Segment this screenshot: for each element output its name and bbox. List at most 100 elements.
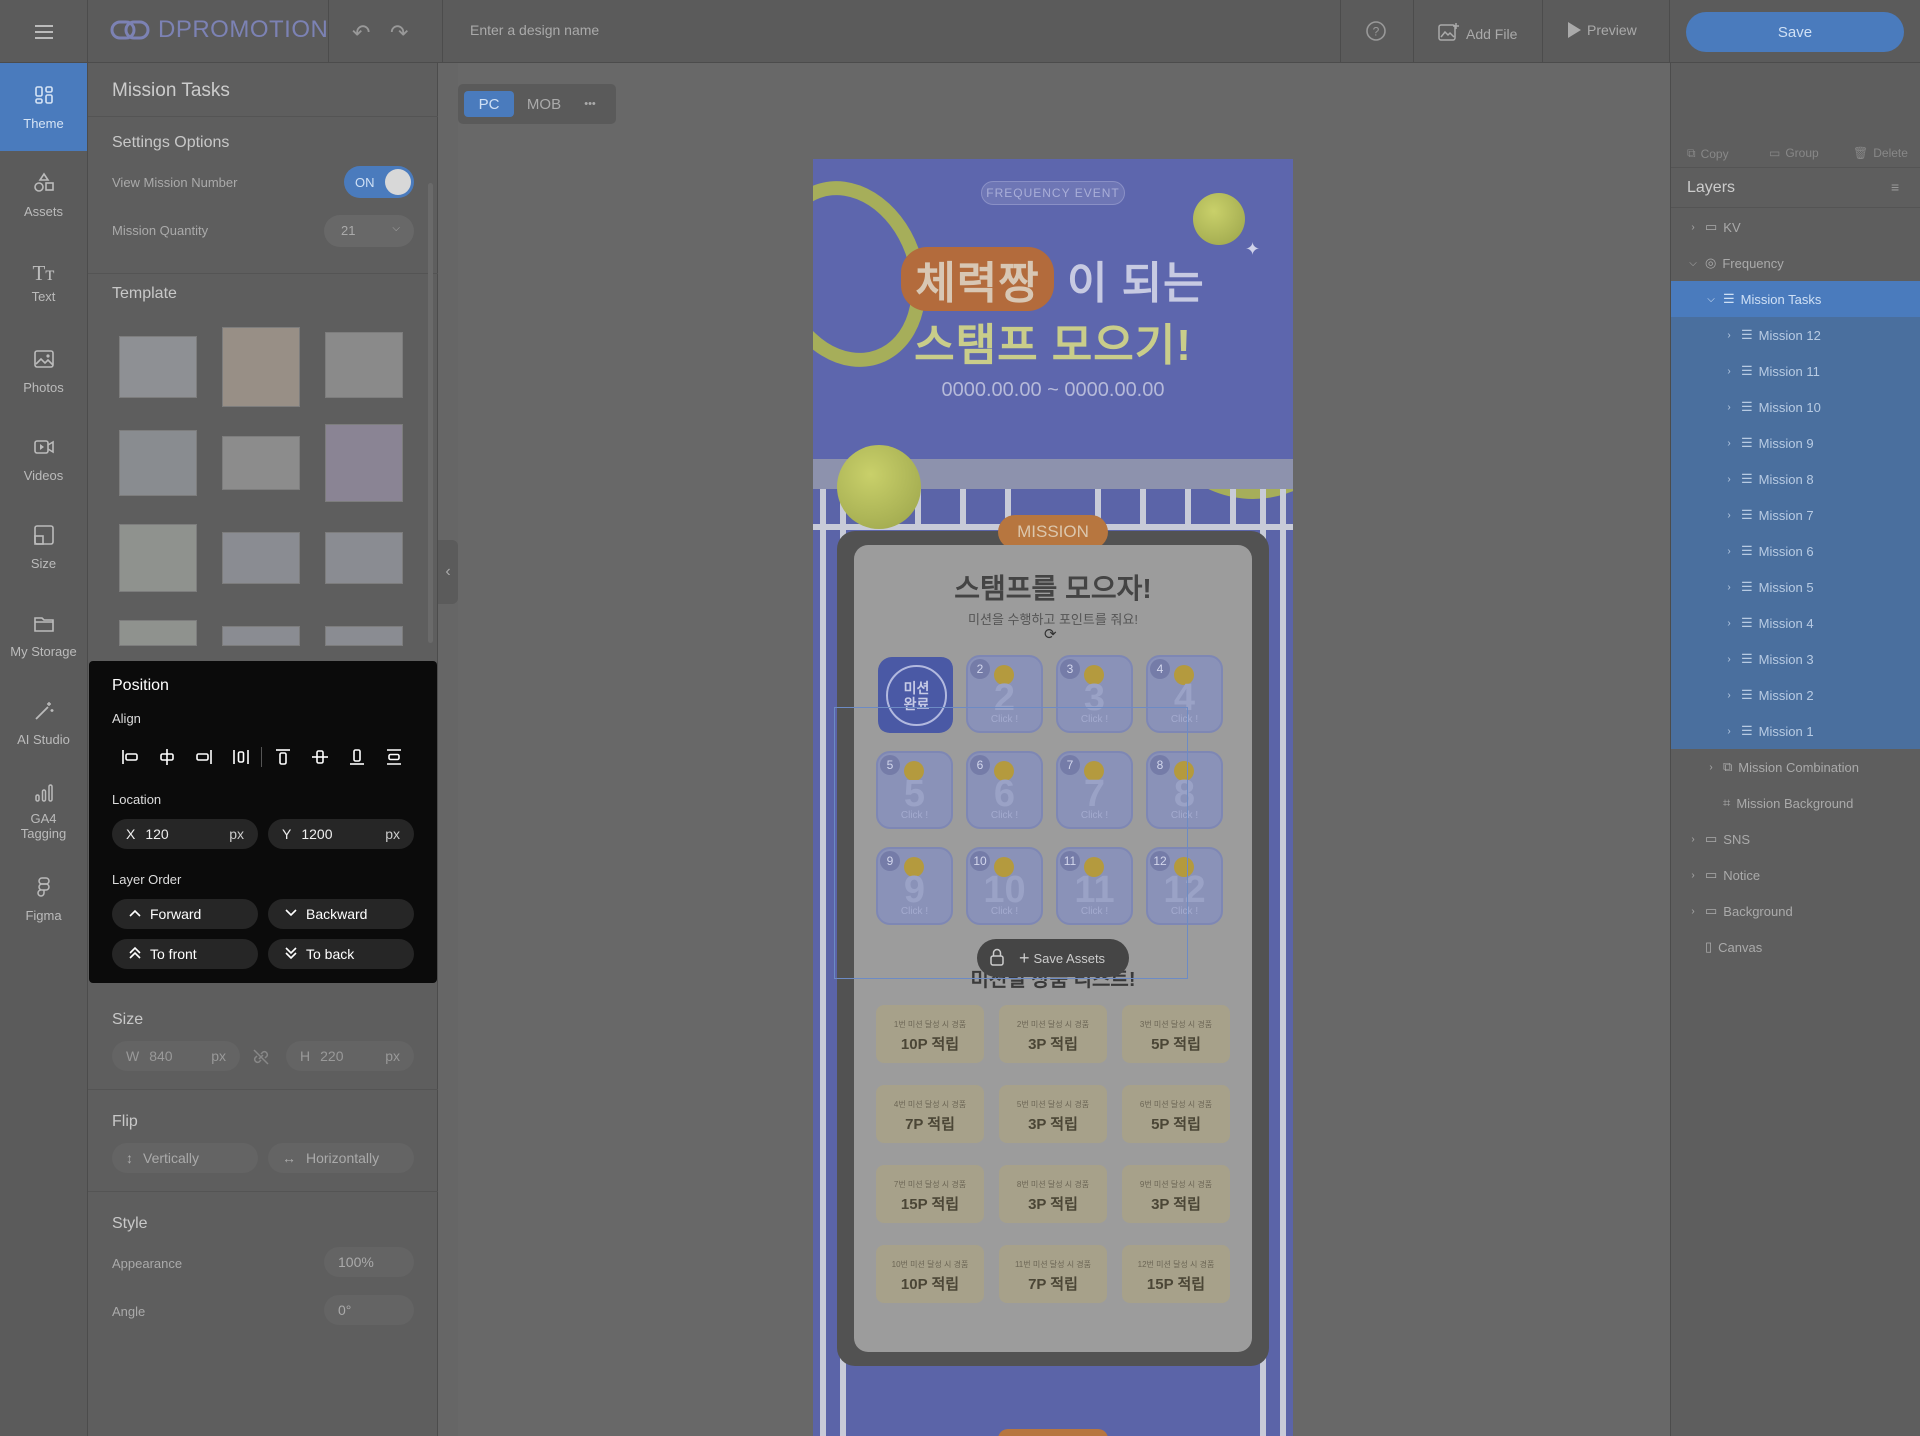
align-center-vertical-icon[interactable] (301, 745, 338, 769)
template-thumb[interactable] (222, 532, 300, 584)
layer-row[interactable]: › ▭ Notice (1671, 857, 1920, 893)
chevron-right-icon[interactable]: › (1723, 582, 1735, 593)
chevron-right-icon[interactable]: › (1723, 438, 1735, 449)
chevron-right-icon[interactable]: › (1723, 690, 1735, 701)
x-field[interactable]: X 120 px (112, 819, 258, 849)
height-field[interactable]: H 220 px (286, 1041, 414, 1071)
group-button[interactable]: ▭ Group (1769, 146, 1819, 160)
chevron-down-icon[interactable]: ⌵ (1687, 258, 1699, 269)
layer-row[interactable]: › ☰ Mission 11 (1671, 353, 1920, 389)
nav-assets[interactable]: Assets (0, 151, 87, 239)
template-thumb[interactable] (325, 332, 403, 398)
nav-videos[interactable]: Videos (0, 415, 87, 503)
forward-button[interactable]: Forward (112, 899, 258, 929)
chevron-right-icon[interactable]: › (1723, 510, 1735, 521)
collapse-panel-button[interactable]: ‹ (438, 540, 458, 604)
hamburger-menu-icon[interactable] (0, 0, 88, 63)
layer-row[interactable]: › ☰ Mission 4 (1671, 605, 1920, 641)
save-assets-button[interactable]: + Save Assets (977, 939, 1129, 977)
layer-row[interactable]: › ☰ Mission 2 (1671, 677, 1920, 713)
align-center-horizontal-icon[interactable] (148, 745, 185, 769)
pc-tab[interactable]: PC (464, 91, 514, 117)
rotate-handle-icon[interactable]: ⟳ (1044, 625, 1057, 643)
panel-scrollbar[interactable] (428, 183, 433, 643)
align-left-icon[interactable] (111, 745, 148, 769)
chevron-right-icon[interactable]: › (1723, 654, 1735, 665)
chevron-right-icon[interactable]: › (1723, 474, 1735, 485)
template-thumb[interactable] (222, 436, 300, 490)
layer-row[interactable]: › ☰ Mission 1 (1671, 713, 1920, 749)
template-thumb[interactable] (325, 626, 403, 646)
chevron-right-icon[interactable]: › (1723, 726, 1735, 737)
template-thumb[interactable] (119, 620, 197, 646)
copy-button[interactable]: ⧉ Copy (1687, 146, 1729, 161)
design-artboard[interactable]: ✦ FREQUENCY EVENT 체력짱 이 되는 스탬프 모으기! 0000… (813, 159, 1293, 1436)
mob-tab[interactable]: MOB (520, 91, 568, 117)
layer-row[interactable]: ⌗ Mission Background (1671, 785, 1920, 821)
angle-field[interactable]: 0° (324, 1295, 414, 1325)
chevron-right-icon[interactable]: › (1687, 222, 1699, 233)
chevron-right-icon[interactable]: › (1723, 618, 1735, 629)
appearance-field[interactable]: 100% (324, 1247, 414, 1277)
flip-vertical-button[interactable]: ↕ Vertically (112, 1143, 258, 1173)
layer-row[interactable]: › ⧉ Mission Combination (1671, 749, 1920, 785)
template-thumb[interactable] (119, 430, 197, 496)
nav-photos[interactable]: Photos (0, 327, 87, 415)
save-button[interactable]: Save (1686, 12, 1904, 52)
preview-button[interactable]: Preview (1568, 22, 1637, 38)
chevron-right-icon[interactable]: › (1723, 546, 1735, 557)
backward-button[interactable]: Backward (268, 899, 414, 929)
layer-row[interactable]: › ☰ Mission 12 (1671, 317, 1920, 353)
redo-icon[interactable]: ↷ (390, 20, 408, 46)
to-back-button[interactable]: To back (268, 939, 414, 969)
chevron-right-icon[interactable]: › (1723, 402, 1735, 413)
nav-theme[interactable]: Theme (0, 63, 87, 151)
layer-row[interactable]: ⌵ ☰ Mission Tasks (1671, 281, 1920, 317)
chevron-right-icon[interactable]: › (1723, 366, 1735, 377)
nav-figma[interactable]: Figma (0, 855, 87, 943)
nav-ai-studio[interactable]: AI Studio (0, 679, 87, 767)
layer-row[interactable]: › ▭ KV (1671, 209, 1920, 245)
nav-ga4-tagging[interactable]: GA4 Tagging (0, 767, 87, 855)
design-name-input[interactable]: Enter a design name (470, 22, 599, 38)
chevron-right-icon[interactable]: › (1687, 834, 1699, 845)
width-field[interactable]: W 840 px (112, 1041, 240, 1071)
distribute-horizontal-icon[interactable] (222, 745, 259, 769)
add-file-button[interactable]: Add File (1438, 22, 1517, 45)
help-icon[interactable]: ? (1365, 20, 1387, 42)
collapse-layers-icon[interactable]: ≡ (1891, 179, 1899, 195)
layer-row[interactable]: › ☰ Mission 10 (1671, 389, 1920, 425)
layer-row[interactable]: › ☰ Mission 6 (1671, 533, 1920, 569)
chevron-right-icon[interactable]: › (1687, 870, 1699, 881)
distribute-vertical-icon[interactable] (375, 745, 412, 769)
layer-row[interactable]: › ☰ Mission 5 (1671, 569, 1920, 605)
template-thumb[interactable] (119, 336, 197, 398)
flip-horizontal-button[interactable]: ↔ Horizontally (268, 1143, 414, 1173)
y-field[interactable]: Y 1200 px (268, 819, 414, 849)
layer-row[interactable]: › ▭ Background (1671, 893, 1920, 929)
align-bottom-icon[interactable] (338, 745, 375, 769)
layer-row[interactable]: › ☰ Mission 8 (1671, 461, 1920, 497)
view-mission-number-toggle[interactable]: ON (344, 166, 414, 198)
layer-row[interactable]: ⌵ ◎ Frequency (1671, 245, 1920, 281)
nav-my-storage[interactable]: My Storage (0, 591, 87, 679)
align-right-icon[interactable] (185, 745, 222, 769)
chevron-right-icon[interactable]: › (1723, 330, 1735, 341)
delete-button[interactable]: 🗑︎ Delete (1853, 146, 1908, 160)
chevron-right-icon[interactable]: › (1705, 762, 1717, 773)
mission-quantity-select[interactable]: 21 ⌵ (324, 215, 414, 247)
nav-size[interactable]: Size (0, 503, 87, 591)
more-icon[interactable]: ••• (572, 91, 608, 117)
layer-row[interactable]: › ▭ SNS (1671, 821, 1920, 857)
nav-text[interactable]: Tт Text (0, 239, 87, 327)
link-off-icon[interactable] (252, 1048, 270, 1071)
layer-row[interactable]: › ☰ Mission 9 (1671, 425, 1920, 461)
to-front-button[interactable]: To front (112, 939, 258, 969)
undo-icon[interactable]: ↶ (352, 20, 370, 46)
layer-row[interactable]: › ☰ Mission 3 (1671, 641, 1920, 677)
align-top-icon[interactable] (264, 745, 301, 769)
template-thumb[interactable] (222, 626, 300, 646)
template-thumb[interactable] (222, 327, 300, 407)
template-thumb[interactable] (325, 532, 403, 584)
layer-row[interactable]: ▯ Canvas (1671, 929, 1920, 965)
